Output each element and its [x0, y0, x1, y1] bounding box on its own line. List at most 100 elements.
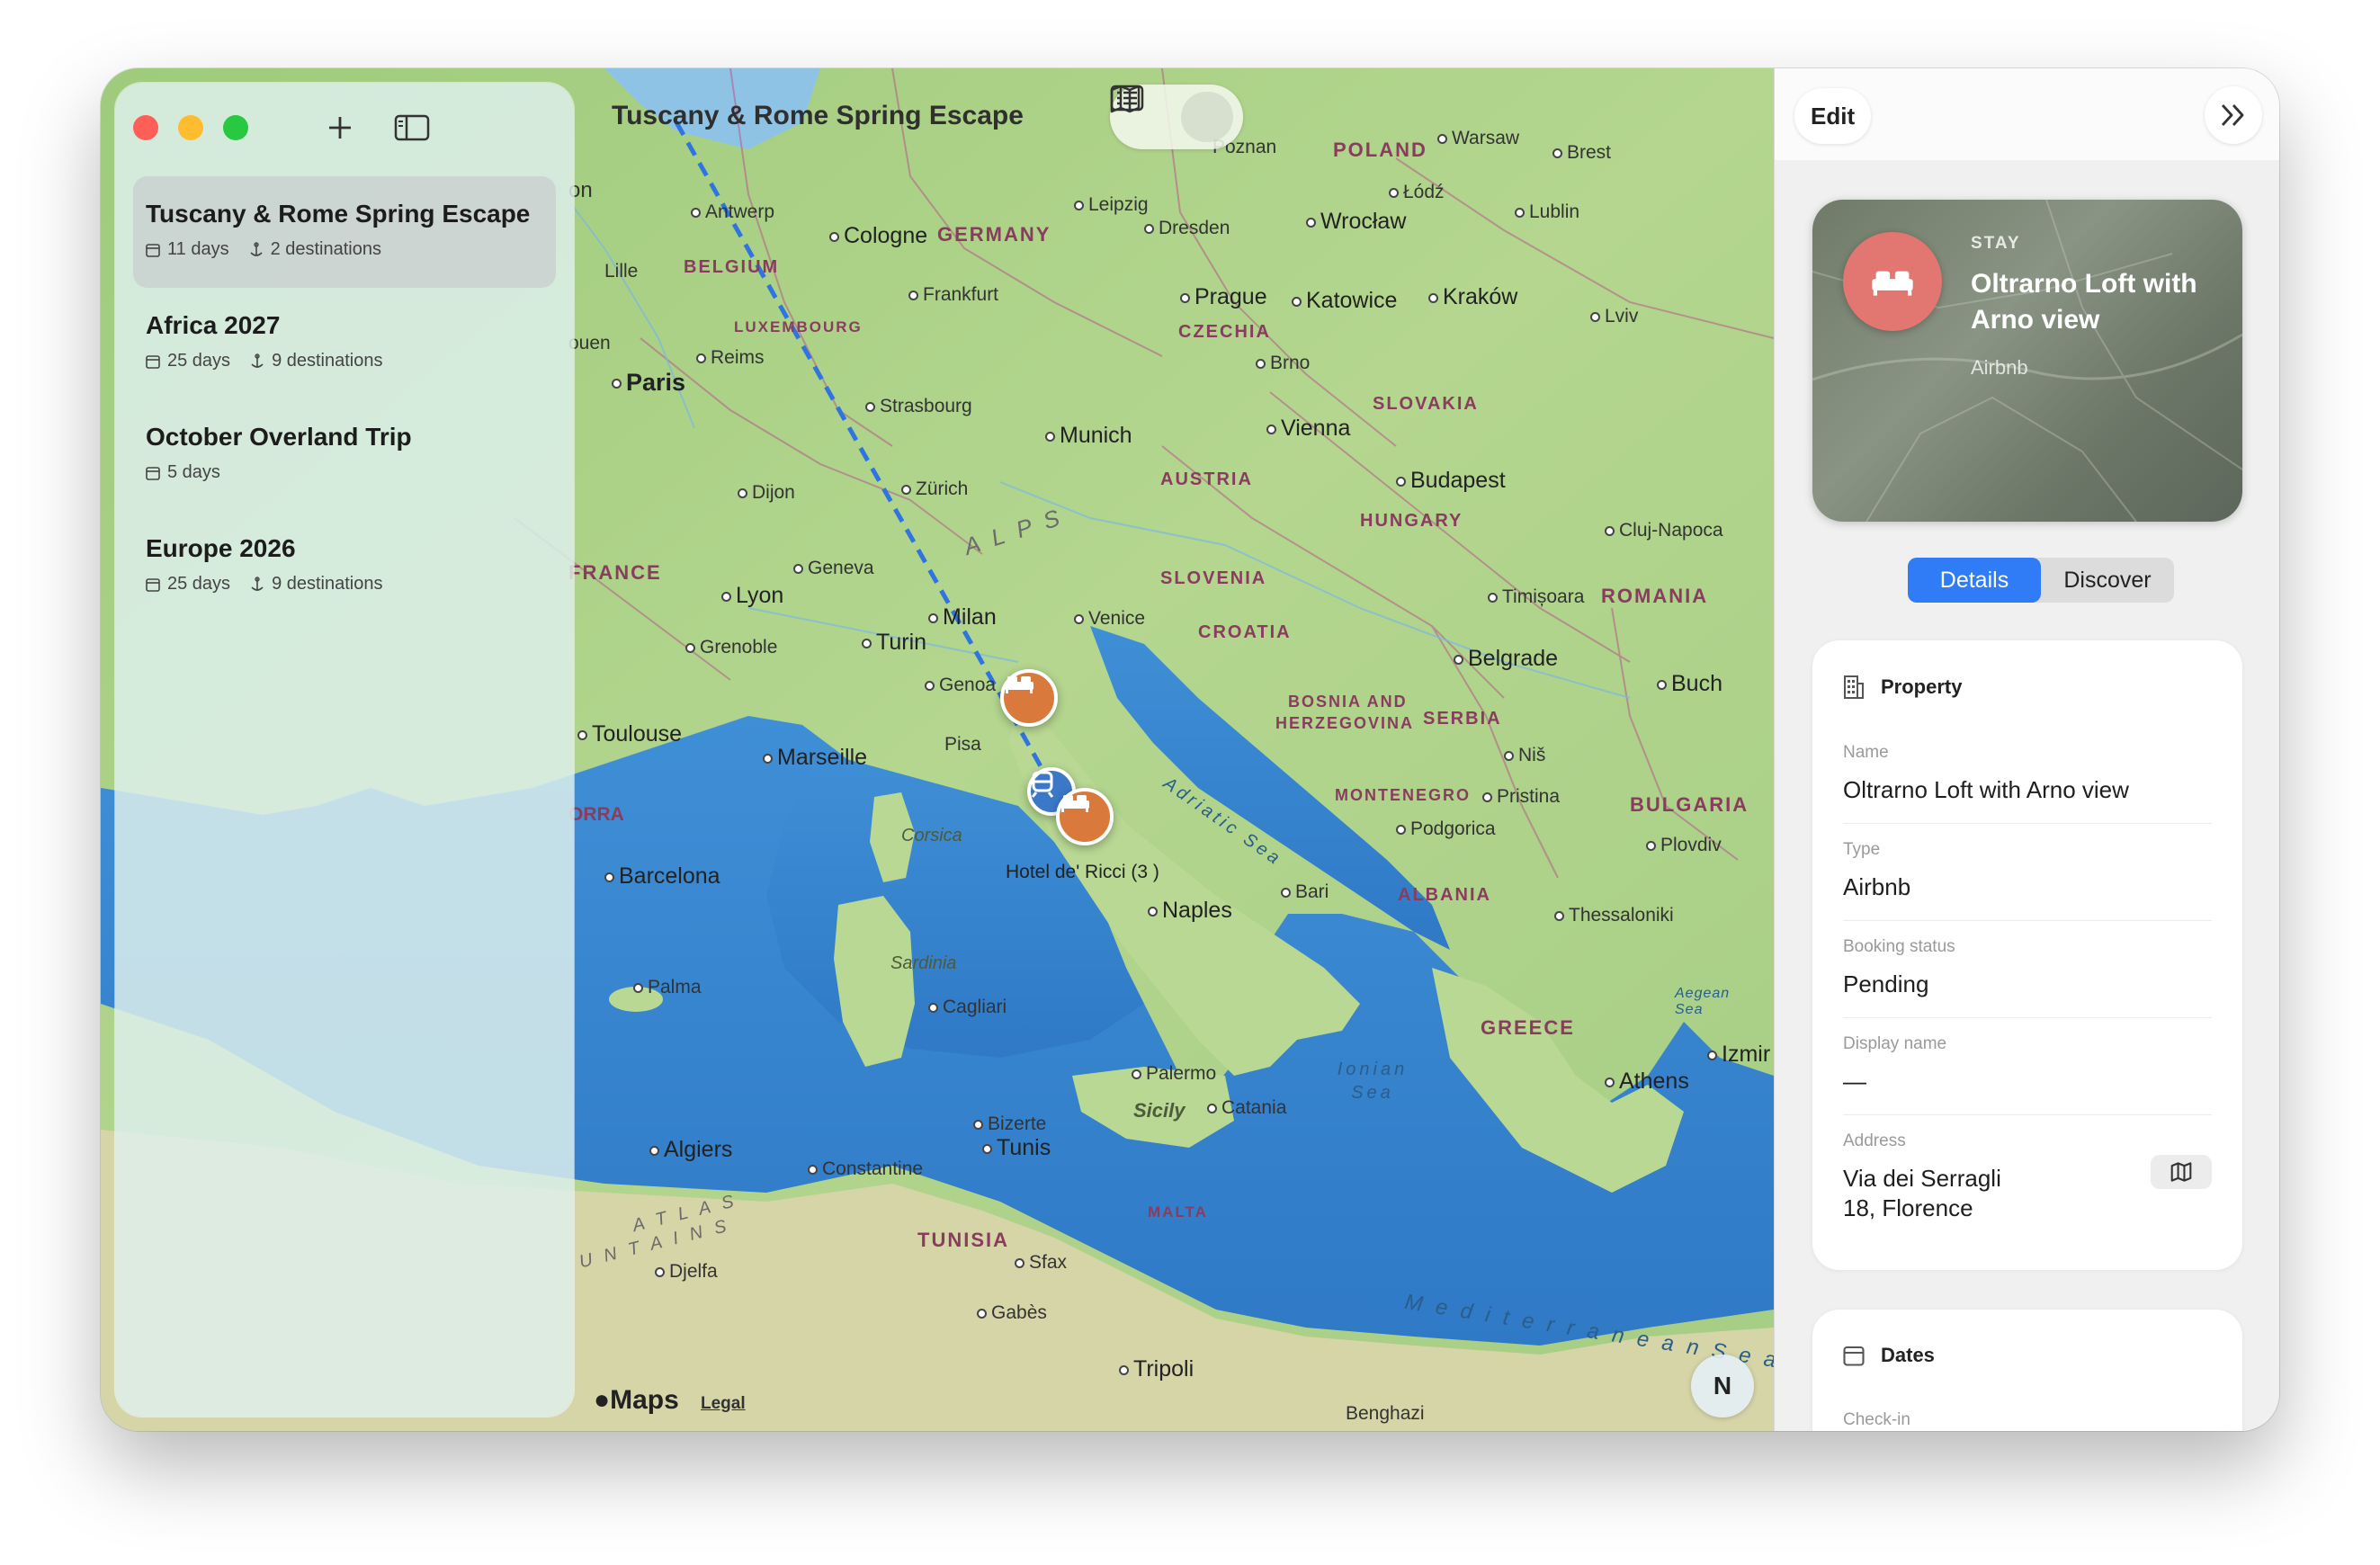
map-label-pristina: Pristina [1482, 786, 1560, 808]
map-label-dresden: Dresden [1144, 218, 1230, 239]
trip-name: Europe 2026 [146, 534, 296, 562]
map-label-krakow: Kraków [1428, 284, 1517, 310]
detail-tabs[interactable]: Details Discover [1908, 558, 2174, 603]
map-label-hungary: HUNGARY [1360, 511, 1463, 531]
map-label-thessaloniki: Thessaloniki [1554, 905, 1674, 926]
map-label-sicily: Sicily [1133, 1099, 1186, 1122]
field-name: Name Oltrarno Loft with Arno view [1843, 743, 2212, 824]
map-label-germany: GERMANY [937, 223, 1051, 246]
map-label-serbia: SERBIA [1423, 709, 1502, 729]
destination-icon [251, 576, 264, 591]
map-label-czechia: CZECHIA [1178, 322, 1271, 342]
trip-item-europe[interactable]: Europe 2026 25 days 9 destinations [133, 511, 556, 622]
map-label-genoa: Genoa [925, 675, 996, 696]
zoom-button[interactable] [223, 115, 248, 140]
calendar-icon [146, 466, 160, 480]
map-label-geneva: Geneva [793, 558, 874, 579]
map-label-belgrade: Belgrade [1454, 646, 1558, 672]
stay-subtitle: Airbnb [1971, 356, 2028, 379]
map-label-djelfa: Djelfa [655, 1261, 718, 1283]
trip-destinations: 9 destinations [272, 351, 383, 371]
trip-item-africa[interactable]: Africa 2027 25 days 9 destinations [133, 288, 556, 399]
map-label-marseille: Marseille [763, 745, 867, 771]
map-label-strasbourg: Strasbourg [865, 396, 972, 417]
field-value[interactable]: Oltrarno Loft with Arno view [1843, 775, 2212, 805]
toggle-sidebar-button[interactable] [392, 108, 432, 148]
map-label-tunisia: TUNISIA [917, 1229, 1009, 1251]
building-icon [1844, 675, 1864, 699]
map-label-katowice: Katowice [1292, 288, 1397, 314]
map-label-munich: Munich [1045, 423, 1132, 449]
inspector-panel: Edit STAY Oltrarno Loft with Arno view A… [1774, 68, 2279, 1431]
trip-item-tuscany[interactable]: Tuscany & Rome Spring Escape 11 days 2 d… [133, 176, 556, 288]
edit-button[interactable]: Edit [1794, 88, 1872, 144]
view-mode-toggle[interactable] [1110, 85, 1243, 149]
map-label-grenoble: Grenoble [685, 637, 777, 658]
map-label-palma: Palma [633, 977, 702, 998]
field-address: Address Via dei Serragli 18, Florence [1843, 1131, 2212, 1239]
minimize-button[interactable] [178, 115, 203, 140]
map-label-nis: Niš [1504, 745, 1545, 766]
trip-item-october[interactable]: October Overland Trip 5 days [133, 399, 556, 511]
map-label-paris: Paris [612, 369, 685, 397]
tab-discover[interactable]: Discover [2041, 558, 2174, 603]
map-label-naples: Naples [1148, 898, 1232, 924]
map-label-lille: Lille [604, 261, 639, 282]
map-label-athens: Athens [1605, 1069, 1689, 1095]
stay-kicker: STAY [1971, 234, 2021, 253]
map-icon [1110, 85, 1141, 113]
map-label-palermo: Palermo [1132, 1063, 1216, 1085]
add-trip-button[interactable] [320, 108, 360, 148]
map-label-sardinia: Sardinia [890, 953, 957, 973]
map-label-aegean: Aegean Sea [1675, 986, 1731, 1017]
calendar-icon [146, 577, 160, 592]
field-value[interactable]: Pending [1843, 970, 2212, 999]
stay-badge [1843, 232, 1942, 331]
map-label-lviv: Lviv [1590, 306, 1638, 327]
trip-days: 11 days [167, 239, 229, 259]
stay-pin-rome[interactable] [1056, 788, 1114, 845]
dates-card: Dates Check-in [1812, 1310, 2242, 1431]
destination-icon [251, 353, 264, 368]
map-label-tripoli: Tripoli [1119, 1356, 1194, 1382]
calendar-icon [146, 243, 160, 257]
map-label-croatia: CROATIA [1198, 622, 1292, 642]
map-label-benghazi: Benghazi [1346, 1403, 1425, 1424]
apple-logo-icon: ● [594, 1385, 611, 1415]
plus-icon [329, 117, 351, 139]
dates-heading: Dates [1881, 1344, 1935, 1366]
field-value[interactable]: Airbnb [1843, 872, 2212, 902]
map-label-romania: ROMANIA [1601, 585, 1709, 607]
field-value[interactable]: Via dei Serragli 18, Florence [1843, 1164, 2077, 1223]
stay-pin-florence[interactable] [1000, 669, 1058, 727]
field-label: Display name [1843, 1034, 1947, 1053]
field-type: Type Airbnb [1843, 840, 2212, 921]
map-label-zurich: Zürich [901, 478, 968, 500]
map-label-catania: Catania [1207, 1097, 1286, 1119]
tab-details[interactable]: Details [1908, 558, 2041, 603]
field-label: Name [1843, 743, 1889, 762]
map-label-slovakia: SLOVAKIA [1373, 394, 1479, 414]
sidebar: Tuscany & Rome Spring Escape 11 days 2 d… [115, 83, 574, 1417]
collapse-inspector-button[interactable] [2205, 86, 2262, 144]
trip-days: 5 days [167, 462, 220, 482]
map-label-sfax: Sfax [1015, 1252, 1067, 1274]
map-label-vienna: Vienna [1266, 416, 1350, 442]
map-label-cluj: Cluj-Napoca [1605, 520, 1723, 541]
map-view-button[interactable] [1110, 85, 1233, 142]
field-value[interactable]: — [1843, 1067, 2212, 1096]
compass-button[interactable]: N [1691, 1355, 1754, 1417]
close-button[interactable] [133, 115, 158, 140]
map-label-pisa: Pisa [944, 734, 981, 755]
map-label-cologne: Cologne [829, 223, 927, 249]
legal-link[interactable]: Legal [701, 1394, 746, 1414]
train-icon [1031, 771, 1054, 798]
map-label-podgorica: Podgorica [1396, 818, 1496, 840]
maps-attribution: ●Maps [594, 1385, 679, 1415]
window-title: Tuscany & Rome Spring Escape [612, 101, 1024, 130]
map-label-luxembourg: LUXEMBOURG [734, 318, 863, 335]
open-in-maps-button[interactable] [2151, 1155, 2212, 1189]
bed-icon [1005, 676, 1033, 693]
map-label-tunis: Tunis [982, 1135, 1051, 1161]
map-label-slovenia: SLOVENIA [1160, 568, 1267, 588]
